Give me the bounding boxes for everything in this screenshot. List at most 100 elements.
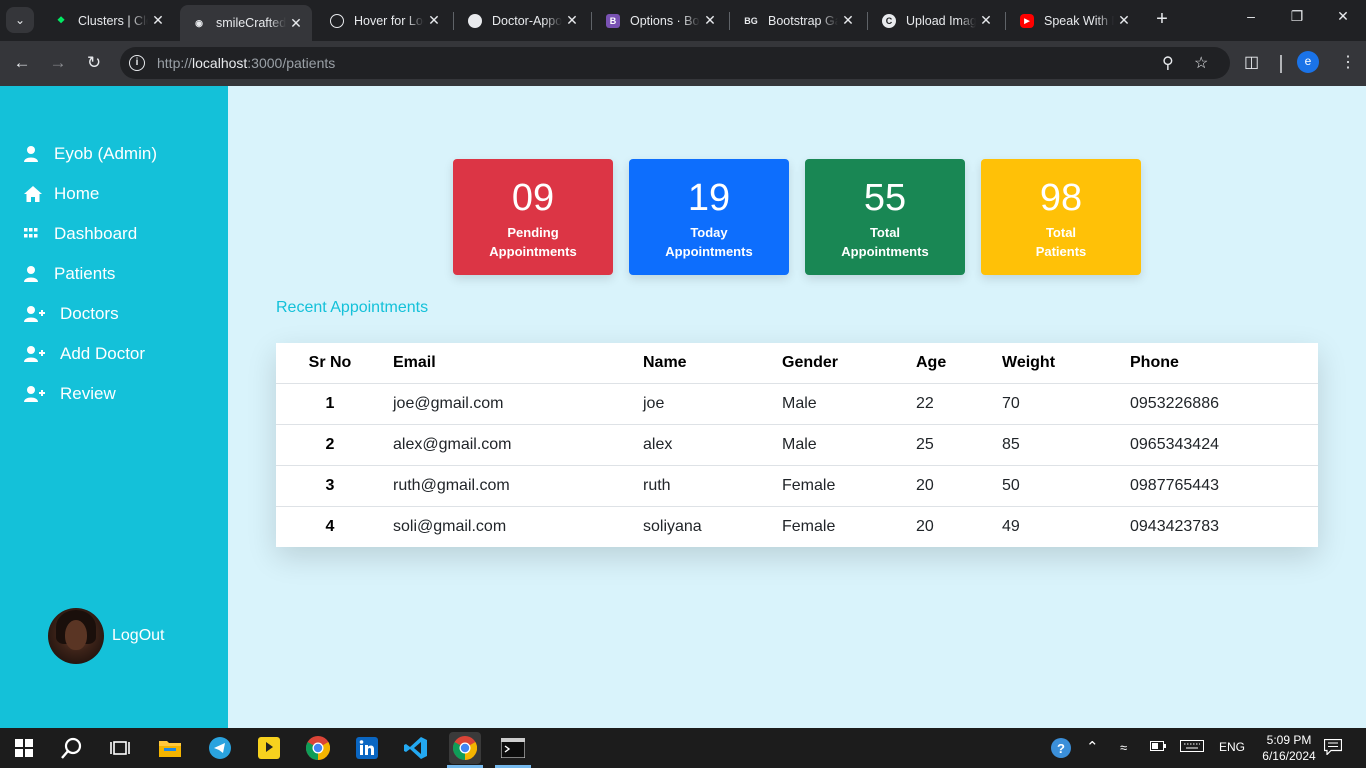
minimize-button[interactable]: – bbox=[1228, 8, 1274, 24]
browser-tab[interactable]: C Upload Image ✕ bbox=[870, 6, 1002, 35]
bookmark-star-icon[interactable]: ☆ bbox=[1194, 53, 1208, 73]
taskbar-chrome-profile-active[interactable] bbox=[449, 732, 481, 764]
help-icon[interactable]: ? bbox=[1050, 736, 1074, 763]
taskbar-file-explorer[interactable] bbox=[154, 732, 186, 764]
taskbar-terminal[interactable] bbox=[497, 732, 529, 764]
browser-tab[interactable]: BG Bootstrap Gallery ✕ bbox=[732, 6, 864, 35]
avatar-face bbox=[65, 620, 87, 650]
battery-icon[interactable] bbox=[1150, 740, 1166, 754]
close-tab-icon[interactable]: ✕ bbox=[1114, 12, 1134, 29]
avatar bbox=[48, 608, 104, 664]
reload-button[interactable]: ↻ bbox=[81, 51, 107, 77]
more-menu-icon[interactable]: ⋮ bbox=[1340, 52, 1356, 72]
keyboard-icon[interactable] bbox=[1180, 740, 1204, 755]
cell-weight: 85 bbox=[1002, 436, 1020, 453]
profile-avatar[interactable]: e bbox=[1297, 51, 1319, 73]
cell-email: alex@gmail.com bbox=[393, 436, 512, 453]
cell-name: joe bbox=[643, 395, 665, 412]
browser-tab[interactable]: Hover for Look ✕ bbox=[318, 6, 450, 35]
site-info-icon[interactable]: i bbox=[129, 55, 145, 71]
taskbar-vscode[interactable] bbox=[400, 732, 432, 764]
taskbar-linkedin[interactable] bbox=[351, 732, 383, 764]
table-row: 3 ruth@gmail.com ruth Female 20 50 09877… bbox=[276, 466, 1318, 507]
cell-email: ruth@gmail.com bbox=[393, 477, 510, 494]
stat-caption: Pending Appointments bbox=[453, 223, 613, 261]
taskbar-search-button[interactable] bbox=[56, 732, 88, 764]
close-window-button[interactable]: ✕ bbox=[1320, 8, 1366, 25]
cell-age: 20 bbox=[916, 477, 934, 494]
close-tab-icon[interactable]: ✕ bbox=[976, 12, 996, 29]
cell-email: soli@gmail.com bbox=[393, 518, 507, 535]
browser-toolbar: ← → ↻ i http://localhost:3000/patients ⚲… bbox=[0, 41, 1366, 86]
close-tab-icon[interactable]: ✕ bbox=[838, 12, 858, 29]
close-tab-icon[interactable]: ✕ bbox=[424, 12, 444, 29]
tab-search-button[interactable]: ⌄ bbox=[6, 7, 34, 33]
address-bar[interactable]: i http://localhost:3000/patients ⚲ ☆ bbox=[120, 47, 1230, 79]
close-tab-icon[interactable]: ✕ bbox=[286, 15, 306, 32]
stat-caption: Today Appointments bbox=[629, 223, 789, 261]
tab-separator bbox=[729, 12, 730, 30]
stat-card-total-patients: 98 Total Patients bbox=[981, 159, 1141, 275]
close-tab-icon[interactable]: ✕ bbox=[562, 12, 582, 29]
sidebar-item-profile[interactable]: Eyob (Admin) bbox=[24, 144, 157, 164]
back-button[interactable]: ← bbox=[9, 51, 35, 77]
stat-caption-line1: Total bbox=[869, 225, 901, 240]
sidebar-item-review[interactable]: Review bbox=[24, 384, 116, 404]
task-view-button[interactable] bbox=[104, 732, 136, 764]
browser-tab[interactable]: B Options · Bootstrap ✕ bbox=[594, 6, 726, 35]
start-button[interactable] bbox=[8, 732, 40, 764]
cloudinary-icon: C bbox=[882, 13, 896, 28]
cell-sr-no: 1 bbox=[325, 395, 335, 412]
github-copilot-icon: ◉ bbox=[195, 17, 203, 28]
cell-name: soliyana bbox=[643, 518, 702, 535]
column-header: Email bbox=[393, 354, 436, 371]
cell-sr-no: 4 bbox=[325, 518, 335, 535]
sidebar-item-doctors[interactable]: Doctors bbox=[24, 304, 119, 324]
sidebar-item-dashboard[interactable]: Dashboard bbox=[24, 224, 137, 244]
restore-button[interactable]: ❐ bbox=[1274, 8, 1320, 25]
windows-taskbar: ? ⌃ ≈ ENG 5:09 PM 6/16/2024 bbox=[0, 728, 1366, 768]
browser-tab-active[interactable]: ◉ smileCrafted ✕ bbox=[180, 5, 312, 41]
sidebar-item-add-doctor[interactable]: Add Doctor bbox=[24, 344, 145, 364]
tab-separator bbox=[591, 12, 592, 30]
clock-time: 5:09 PM bbox=[1266, 733, 1312, 747]
cell-age: 22 bbox=[916, 395, 934, 412]
logout-button[interactable]: LogOut bbox=[48, 608, 164, 664]
sidebar-item-home[interactable]: Home bbox=[24, 184, 99, 204]
cell-weight: 50 bbox=[1002, 477, 1020, 494]
cell-gender: Female bbox=[782, 518, 836, 535]
language-indicator[interactable]: ENG bbox=[1219, 740, 1245, 754]
clock[interactable]: 5:09 PM 6/16/2024 bbox=[1254, 732, 1324, 764]
zoom-icon[interactable]: ⚲ bbox=[1162, 53, 1174, 73]
extensions-puzzle-icon[interactable]: ◫ bbox=[1244, 52, 1259, 72]
stat-value: 55 bbox=[863, 177, 907, 219]
cell-phone: 0953226886 bbox=[1130, 395, 1219, 412]
cell-age: 20 bbox=[916, 518, 934, 535]
notification-icon[interactable] bbox=[1323, 738, 1343, 758]
appointments-table: Sr No Email Name Gender Age Weight Phone… bbox=[276, 343, 1318, 547]
taskbar-potplayer[interactable] bbox=[253, 732, 285, 764]
taskbar-chrome[interactable] bbox=[302, 732, 334, 764]
sidebar-item-patients[interactable]: Patients bbox=[24, 264, 115, 284]
browser-tab[interactable]: ❖ Clusters | Cloud ✕ bbox=[42, 6, 174, 35]
taskbar-telegram[interactable] bbox=[204, 732, 236, 764]
new-tab-button[interactable]: + bbox=[1150, 8, 1174, 32]
stat-caption-line1: Today bbox=[690, 225, 728, 240]
stat-caption-line1: Total bbox=[1045, 225, 1077, 240]
grid-icon bbox=[24, 225, 46, 243]
recent-appointments-title: Recent Appointments bbox=[276, 299, 429, 316]
browser-tab[interactable]: Doctor-Appoint ✕ bbox=[456, 6, 588, 35]
browser-tab[interactable]: ▶ Speak With Me ✕ bbox=[1008, 6, 1140, 35]
chatgpt-icon bbox=[330, 13, 344, 28]
forward-button[interactable]: → bbox=[45, 51, 71, 77]
bootstrap-icon: B bbox=[606, 13, 620, 28]
close-tab-icon[interactable]: ✕ bbox=[700, 12, 720, 29]
stat-value: 98 bbox=[1039, 177, 1083, 219]
home-icon bbox=[24, 185, 46, 203]
chevron-up-icon[interactable]: ⌃ bbox=[1086, 738, 1099, 756]
wifi-icon[interactable]: ≈ bbox=[1120, 740, 1127, 755]
cell-sr-no: 3 bbox=[325, 477, 335, 494]
chrome-icon bbox=[453, 736, 477, 760]
address-url[interactable]: http://localhost:3000/patients bbox=[157, 55, 335, 71]
close-tab-icon[interactable]: ✕ bbox=[148, 12, 168, 29]
